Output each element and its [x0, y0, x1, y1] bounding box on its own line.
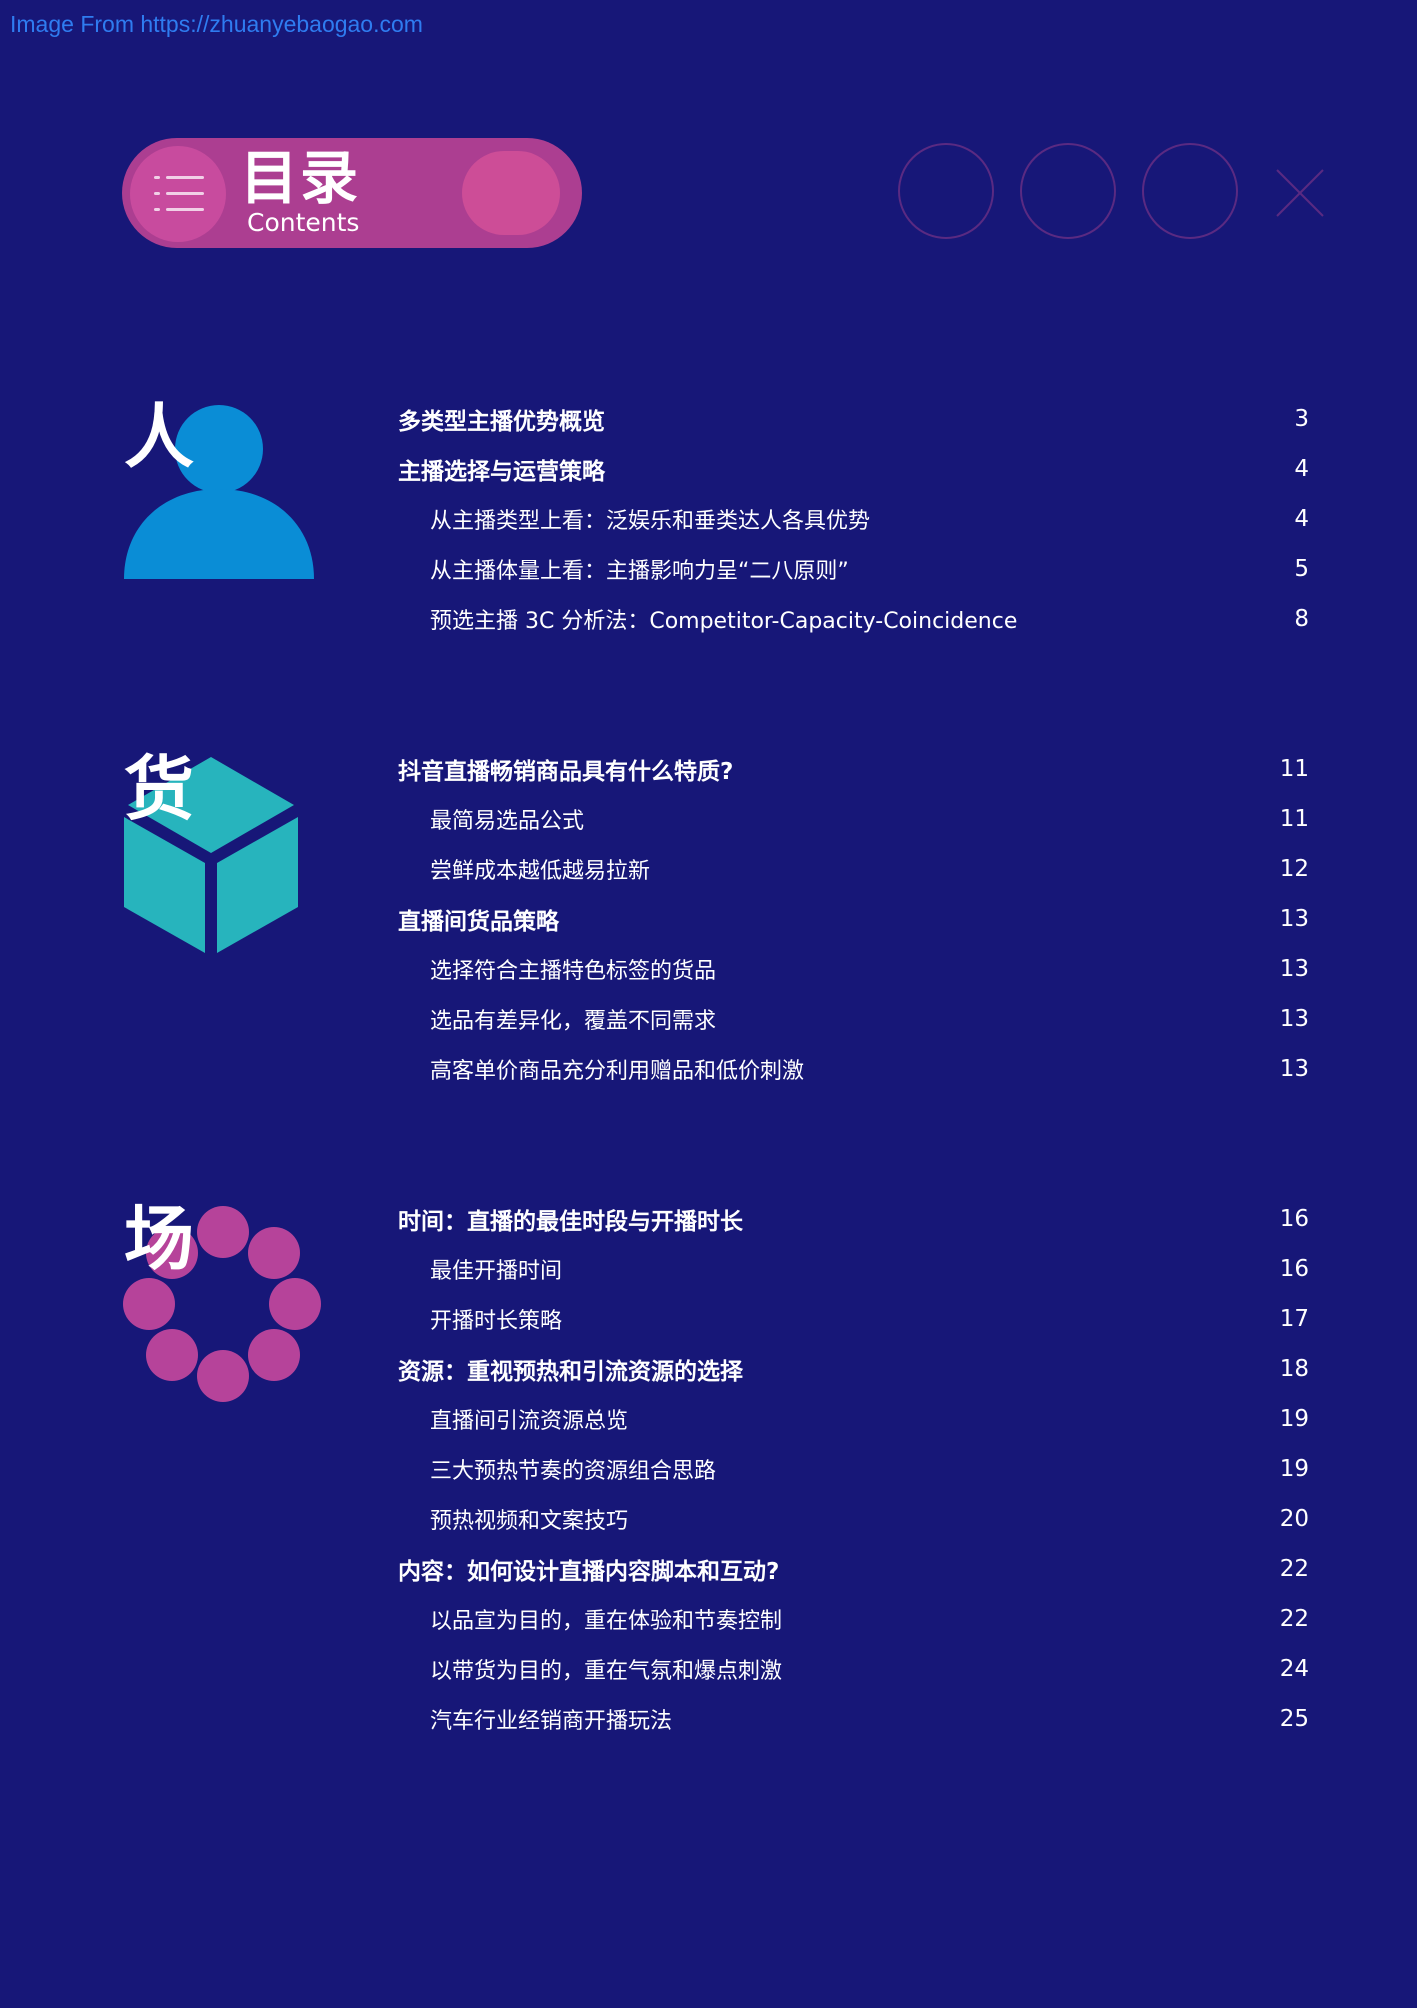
toc-entry-title: 抖音直播畅销商品具有什么特质? [398, 759, 734, 785]
toc-entry-page: 13 [1279, 1006, 1309, 1032]
toc-entry-title: 以带货为目的，重在气氛和爆点刺激 [430, 1659, 783, 1684]
toc-entry-page: 4 [1294, 506, 1309, 532]
toc-sub-entry[interactable]: 汽车行业经销商开播玩法 25 [398, 1699, 1309, 1739]
toc-main-entry[interactable]: 时间：直播的最佳时段与开播时长 16 [398, 1199, 1309, 1239]
decor-circle [1142, 143, 1238, 239]
toc-entry-page: 22 [1279, 1606, 1309, 1632]
toc-entry-page: 19 [1279, 1456, 1309, 1482]
toc-entry-page: 20 [1279, 1506, 1309, 1532]
toc-sub-entry[interactable]: 高客单价商品充分利用赠品和低价刺激 13 [398, 1049, 1309, 1089]
toc-entry-page: 11 [1279, 806, 1309, 832]
toc-sub-entry[interactable]: 开播时长策略 17 [398, 1299, 1309, 1339]
toc-entry-page: 4 [1294, 456, 1309, 482]
toc-entry-page: 13 [1279, 1056, 1309, 1082]
toc-entry-page: 13 [1279, 956, 1309, 982]
toc-main-entry[interactable]: 多类型主播优势概览 3 [398, 399, 1309, 439]
toc-entry-title: 预选主播 3C 分析法：Competitor-Capacity-Coincide… [430, 609, 1018, 634]
page-subtitle: Contents [247, 208, 360, 237]
toc-entry-page: 16 [1279, 1206, 1309, 1232]
toc-main-entry[interactable]: 主播选择与运营策略 4 [398, 449, 1309, 489]
toc-entry-title: 多类型主播优势概览 [398, 409, 605, 435]
toc-entry-page: 5 [1294, 556, 1309, 582]
toc-main-entry[interactable]: 内容：如何设计直播内容脚本和互动? 22 [398, 1549, 1309, 1589]
toc-entry-title: 直播间货品策略 [398, 909, 559, 935]
toc-entry-page: 12 [1279, 856, 1309, 882]
toc-entry-page: 17 [1279, 1306, 1309, 1332]
toc-entry-title: 时间：直播的最佳时段与开播时长 [398, 1209, 743, 1235]
toc-entry-title: 最简易选品公式 [430, 809, 585, 834]
toc-entry-title: 从主播体量上看：主播影响力呈“二八原则” [430, 559, 849, 584]
toc-entry-page: 24 [1279, 1656, 1309, 1682]
toc-entry-title: 从主播类型上看：泛娱乐和垂类达人各具优势 [430, 509, 871, 534]
watermark-text[interactable]: Image From https://zhuanyebaogao.com [10, 11, 423, 38]
section-char-people: 人 [124, 396, 194, 478]
toc-entry-title: 最佳开播时间 [430, 1259, 563, 1284]
toc-main-entry[interactable]: 抖音直播畅销商品具有什么特质? 11 [398, 749, 1309, 789]
toc-entry-page: 18 [1279, 1356, 1309, 1382]
toc-sub-entry[interactable]: 预选主播 3C 分析法：Competitor-Capacity-Coincide… [398, 599, 1309, 639]
toc-entry-title: 资源：重视预热和引流资源的选择 [398, 1359, 743, 1385]
list-icon [130, 146, 226, 242]
section-char-goods: 货 [124, 748, 194, 830]
toc-entry-page: 25 [1279, 1706, 1309, 1732]
toc-entry-page: 11 [1279, 756, 1309, 782]
toc-entry-page: 3 [1294, 406, 1309, 432]
section-char-scene: 场 [124, 1198, 194, 1280]
decor-circle [898, 143, 994, 239]
toc-entry-title: 预热视频和文案技巧 [430, 1509, 629, 1534]
toc-sub-entry[interactable]: 从主播类型上看：泛娱乐和垂类达人各具优势 4 [398, 499, 1309, 539]
toc-entry-title: 高客单价商品充分利用赠品和低价刺激 [430, 1059, 805, 1084]
toc-entry-page: 16 [1279, 1256, 1309, 1282]
toc-sub-entry[interactable]: 尝鲜成本越低越易拉新 12 [398, 849, 1309, 889]
close-icon [1276, 169, 1324, 217]
toc-sub-entry[interactable]: 以带货为目的，重在气氛和爆点刺激 24 [398, 1649, 1309, 1689]
toc-main-entry[interactable]: 资源：重视预热和引流资源的选择 18 [398, 1349, 1309, 1389]
toc-entry-title: 主播选择与运营策略 [398, 459, 605, 485]
toc-sub-entry[interactable]: 最佳开播时间 16 [398, 1249, 1309, 1289]
toc-sub-entry[interactable]: 从主播体量上看：主播影响力呈“二八原则” 5 [398, 549, 1309, 589]
toc-entry-title: 选择符合主播特色标签的货品 [430, 959, 717, 984]
toc-entry-page: 22 [1279, 1556, 1309, 1582]
contents-header: 目录 Contents [122, 138, 582, 248]
toc-sub-entry[interactable]: 直播间引流资源总览 19 [398, 1399, 1309, 1439]
toc-sub-entry[interactable]: 以品宣为目的，重在体验和节奏控制 22 [398, 1599, 1309, 1639]
toc-entry-page: 19 [1279, 1406, 1309, 1432]
toc-entry-title: 三大预热节奏的资源组合思路 [430, 1459, 717, 1484]
toc-entry-title: 开播时长策略 [430, 1309, 563, 1334]
toc-sub-entry[interactable]: 预热视频和文案技巧 20 [398, 1499, 1309, 1539]
toc-entry-page: 13 [1279, 906, 1309, 932]
toc-sub-entry[interactable]: 最简易选品公式 11 [398, 799, 1309, 839]
decor-circle [1020, 143, 1116, 239]
toc-sub-entry[interactable]: 三大预热节奏的资源组合思路 19 [398, 1449, 1309, 1489]
toc-entry-page: 8 [1294, 606, 1309, 632]
toc-entry-title: 尝鲜成本越低越易拉新 [430, 859, 651, 884]
toc-main-entry[interactable]: 直播间货品策略 13 [398, 899, 1309, 939]
toc-entry-title: 内容：如何设计直播内容脚本和互动? [398, 1559, 780, 1585]
toc-entry-title: 选品有差异化，覆盖不同需求 [430, 1009, 717, 1034]
toc-entry-title: 汽车行业经销商开播玩法 [430, 1709, 673, 1734]
toc-sub-entry[interactable]: 选品有差异化，覆盖不同需求 13 [398, 999, 1309, 1039]
page-title: 目录 [240, 144, 361, 212]
toc-entry-title: 直播间引流资源总览 [430, 1409, 629, 1434]
toggle-knob [462, 151, 560, 235]
toc-entry-title: 以品宣为目的，重在体验和节奏控制 [430, 1609, 783, 1634]
toc-sub-entry[interactable]: 选择符合主播特色标签的货品 13 [398, 949, 1309, 989]
